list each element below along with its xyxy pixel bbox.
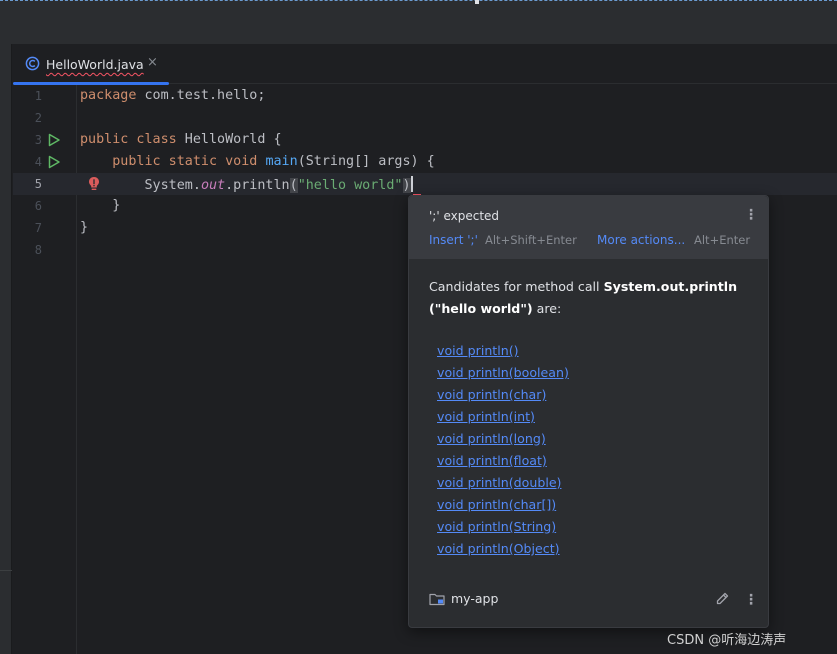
footer-more-icon[interactable]: ⋮ [744,593,758,607]
code-line-5: System.out.println("hello world") [80,176,421,195]
method-candidate-link[interactable]: void println(long) [437,431,546,446]
method-candidate-link[interactable]: void println(double) [437,475,561,490]
code-line-4: public static void main(String[] args) { [112,154,435,169]
strip-divider [0,570,12,571]
line-number: 7 [34,221,42,235]
watermark: CSDN @听海边涛声 [667,633,787,648]
code-line-1: package com.test.hello; [80,88,266,103]
line-number: 3 [34,133,42,147]
method-candidate-link[interactable]: void println(float) [437,453,547,468]
method-candidate-link[interactable]: void println(boolean) [437,365,569,380]
method-candidate-link[interactable]: void println(int) [437,409,535,424]
resize-handle[interactable] [475,0,479,4]
project-name[interactable]: my-app [451,591,498,606]
code-line-3: public class HelloWorld { [80,132,282,147]
insert-shortcut: Alt+Shift+Enter [485,233,577,247]
line-number: 1 [34,89,42,103]
popup-header: ';' expected ⋮ Insert ';' Alt+Shift+Ente… [409,196,768,259]
method-candidate-link[interactable]: void println(Object) [437,541,560,556]
title-bar [0,0,837,44]
popup-footer: my-app ⋮ [409,575,768,627]
method-candidate-link[interactable]: void println(char[]) [437,497,556,512]
code-line-6: } [80,198,121,213]
more-actions-link[interactable]: More actions... [597,233,685,247]
close-icon[interactable]: × [147,55,158,70]
more-actions-shortcut: Alt+Enter [694,233,751,247]
code-line-7: } [80,220,89,235]
run-class-icon[interactable] [47,133,61,147]
method-candidate-link[interactable]: void println(String) [437,519,556,534]
line-number-current: 5 [34,177,42,191]
error-message: ';' expected [429,209,500,223]
editor-tab-bar: HelloWorld.java × [13,44,837,85]
tab-label: HelloWorld.java [46,57,144,72]
candidates-text: Candidates for method call System.out.pr… [429,276,749,320]
edit-icon[interactable] [715,591,730,606]
module-folder-icon [429,593,445,606]
line-number: 2 [34,111,42,125]
more-options-icon[interactable]: ⋮ [744,208,758,222]
line-number: 6 [34,199,42,213]
java-class-icon [25,56,40,71]
method-candidate-link[interactable]: void println() [437,343,519,358]
run-main-icon[interactable] [47,155,61,169]
candidates-intro: Candidates for method call [429,279,604,294]
tool-window-strip [0,44,12,654]
line-number: 8 [34,243,42,257]
candidates-suffix: are: [532,301,562,316]
text-caret [410,176,413,192]
error-popup: ';' expected ⋮ Insert ';' Alt+Shift+Ente… [408,195,769,628]
method-candidate-link[interactable]: void println(char) [437,387,546,402]
tab-helloworld-java[interactable]: HelloWorld.java × [13,44,169,85]
line-gutter [13,85,77,654]
insert-semicolon-link[interactable]: Insert ';' [429,233,478,247]
line-number: 4 [34,155,42,169]
